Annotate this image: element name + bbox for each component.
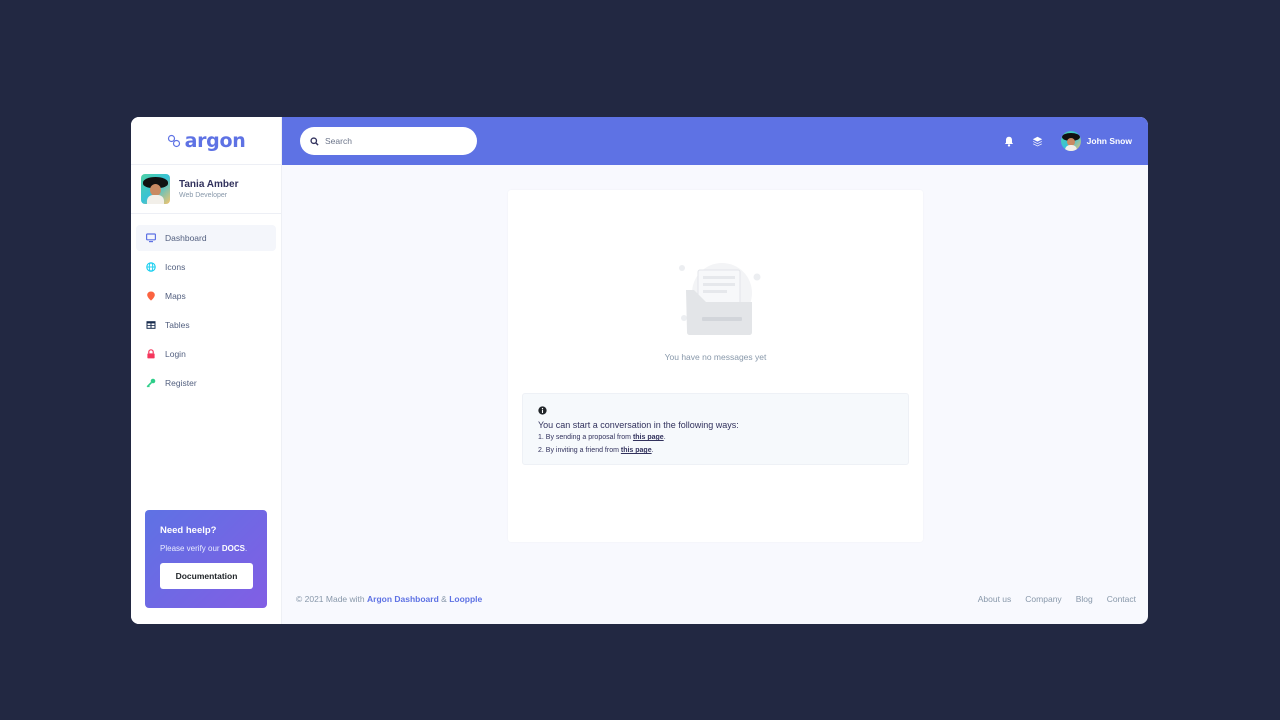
brand[interactable]: argon	[131, 117, 281, 165]
info-line-2: 2. By inviting a friend from this page.	[538, 447, 654, 454]
argon-dashboard-link[interactable]: Argon Dashboard	[367, 594, 439, 604]
sidebar-item-label: Dashboard	[165, 233, 207, 243]
user-avatar[interactable]	[1060, 131, 1081, 151]
sidebar-item-icons[interactable]: Icons	[136, 254, 276, 280]
help-card: Need heelp? Please verify our DOCS. Docu…	[145, 510, 267, 608]
key-icon	[146, 378, 156, 388]
sidebar-item-label: Register	[165, 378, 197, 388]
empty-state-text: You have no messages yet	[664, 352, 767, 362]
sidebar-item-label: Maps	[165, 291, 186, 301]
footer-link-blog[interactable]: Blog	[1076, 594, 1093, 604]
brand-name: argon	[184, 129, 246, 152]
footer-link-about[interactable]: About us	[978, 594, 1012, 604]
argon-logo-icon	[167, 134, 180, 147]
user-name[interactable]: John Snow	[1087, 136, 1132, 146]
help-title: Need heelp?	[160, 525, 217, 536]
info-title: You can start a conversation in the foll…	[538, 420, 739, 430]
app-window: argon Tania Amber Web Developer Dashboar…	[131, 117, 1148, 624]
sidebar-item-label: Tables	[165, 320, 190, 330]
table-icon	[146, 320, 156, 330]
profile[interactable]: Tania Amber Web Developer	[131, 165, 281, 214]
globe-icon	[146, 262, 156, 272]
search-bar[interactable]	[300, 127, 477, 155]
sidebar-item-label: Icons	[165, 262, 186, 272]
layers-icon[interactable]	[1032, 135, 1044, 147]
footer-links: About us Company Blog Contact	[978, 594, 1136, 604]
profile-name: Tania Amber	[179, 178, 239, 190]
documentation-button[interactable]: Documentation	[160, 563, 253, 589]
docs-label: DOCS	[221, 544, 245, 553]
invite-page-link[interactable]: this page	[621, 447, 652, 454]
info-icon	[538, 406, 547, 415]
proposal-page-link[interactable]: this page	[633, 434, 664, 441]
pin-icon	[146, 291, 156, 301]
search-icon	[310, 136, 319, 146]
sidebar-nav: Dashboard Icons Maps Tables Login Regist…	[131, 214, 281, 396]
footer-link-company[interactable]: Company	[1025, 594, 1061, 604]
sidebar-item-maps[interactable]: Maps	[136, 283, 276, 309]
topbar-actions: John Snow	[1003, 129, 1132, 153]
main-content: John Snow You have no messages yet You c…	[282, 117, 1148, 624]
sidebar: argon Tania Amber Web Developer Dashboar…	[131, 117, 282, 624]
footer: © 2021 Made with Argon Dashboard & Loopp…	[296, 594, 1136, 608]
empty-inbox-illustration	[679, 263, 761, 335]
profile-role: Web Developer	[179, 191, 228, 199]
info-box: You can start a conversation in the foll…	[522, 393, 909, 465]
help-text: Please verify our DOCS.	[160, 544, 248, 553]
monitor-icon	[146, 233, 156, 243]
search-input[interactable]	[325, 136, 465, 146]
info-line-1: 1. By sending a proposal from this page.	[538, 434, 666, 441]
lock-icon	[146, 349, 156, 359]
sidebar-item-register[interactable]: Register	[136, 370, 276, 396]
topbar: John Snow	[282, 117, 1148, 165]
footer-link-contact[interactable]: Contact	[1107, 594, 1136, 604]
bell-icon[interactable]	[1003, 135, 1015, 147]
sidebar-item-dashboard[interactable]: Dashboard	[136, 225, 276, 251]
sidebar-item-tables[interactable]: Tables	[136, 312, 276, 338]
avatar	[141, 174, 170, 204]
loopple-link[interactable]: Loopple	[449, 594, 482, 604]
sidebar-item-label: Login	[165, 349, 186, 359]
messages-card: You have no messages yet You can start a…	[508, 190, 923, 542]
sidebar-item-login[interactable]: Login	[136, 341, 276, 367]
